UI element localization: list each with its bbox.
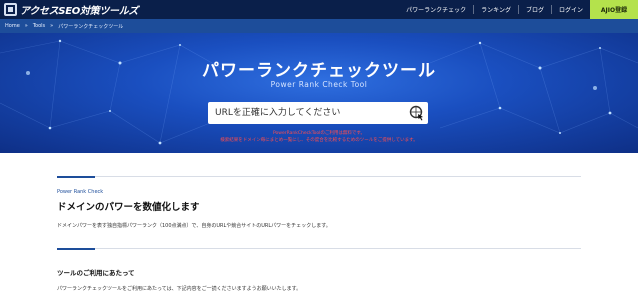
free-notice: PowerRankCheckToolのご利用は無料です。: [273, 131, 365, 136]
nav-login[interactable]: ログイン: [552, 0, 590, 19]
breadcrumb-current: パワーランクチェックツール: [58, 23, 124, 30]
breadcrumb-separator: »: [50, 23, 54, 29]
breadcrumb-home[interactable]: Home: [5, 23, 20, 29]
tool-notice: 検索結果をドメイン毎にまとめ一覧にし、その度合を比較するためのツールをご提供して…: [220, 138, 418, 143]
nav-power-rank-check[interactable]: パワーランクチェック: [399, 0, 473, 19]
site-header: アクセスSEO対策ツールズ パワーランクチェック ランキング ブログ ログイン …: [0, 0, 638, 19]
section-eyebrow: Power Rank Check: [57, 189, 104, 195]
nav-blog[interactable]: ブログ: [519, 0, 551, 19]
url-search-box: [208, 102, 428, 124]
divider-accent: [57, 175, 95, 178]
section-heading: ドメインのパワーを数値化します: [57, 202, 200, 213]
section-divider: [57, 175, 581, 178]
breadcrumb-tools[interactable]: Tools: [33, 23, 45, 29]
breadcrumb: Home » Tools » パワーランクチェックツール: [0, 19, 638, 33]
page-title: パワーランクチェックツール: [202, 61, 436, 81]
breadcrumb-separator: »: [24, 23, 28, 29]
main-nav: パワーランクチェック ランキング ブログ ログイン AJIO登録: [399, 0, 638, 19]
usage-text: パワーランクチェックツールをご利用にあたっては、下記内容をご一読くださいますよう…: [57, 286, 302, 292]
page-subtitle: Power Rank Check Tool: [270, 80, 368, 89]
logo-text: アクセスSEO対策ツールズ: [20, 6, 139, 17]
section-description: ドメインパワーを表す独自指標パワーランク（100点満点）で、自身のURLや競合サ…: [57, 223, 331, 229]
logo-icon: [4, 3, 17, 16]
url-input[interactable]: [208, 102, 406, 124]
usage-heading: ツールのご利用にあたって: [57, 269, 135, 277]
nav-ranking[interactable]: ランキング: [474, 0, 518, 19]
search-icon[interactable]: [406, 102, 428, 124]
hero-banner: パワーランクチェックツール Power Rank Check Tool Powe…: [0, 33, 638, 153]
section-divider: [57, 247, 581, 250]
site-logo[interactable]: アクセスSEO対策ツールズ: [0, 0, 138, 19]
register-button[interactable]: AJIO登録: [590, 0, 638, 19]
divider-accent: [57, 247, 95, 250]
